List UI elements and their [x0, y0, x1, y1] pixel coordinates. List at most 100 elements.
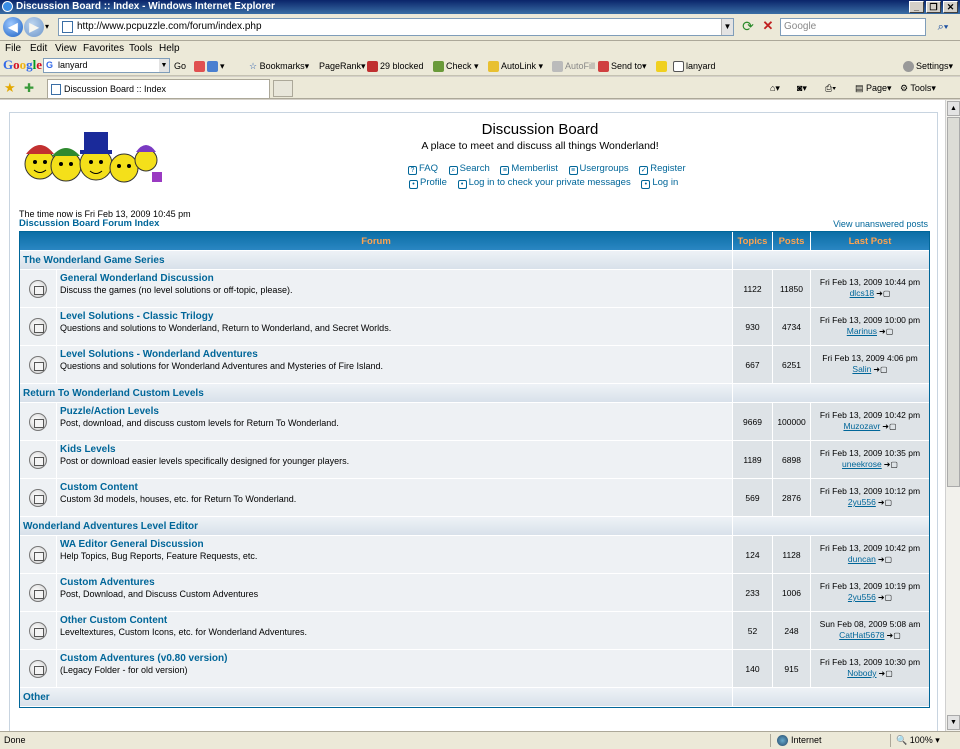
scroll-up-icon[interactable]: ▲	[947, 101, 960, 116]
forum-page: Discussion Board A place to meet and dis…	[9, 112, 938, 731]
spellcheck-button[interactable]: Check ▾	[433, 57, 479, 75]
view-latest-post-icon[interactable]: ➜▢	[882, 421, 896, 432]
autofill-button[interactable]: AutoFill	[552, 57, 595, 75]
forum-name[interactable]: Other Custom Content	[60, 615, 732, 626]
folder-icon	[29, 546, 47, 564]
toolbar-tools-icons[interactable]: ▾	[194, 57, 225, 75]
forum-name[interactable]: Puzzle/Action Levels	[60, 406, 732, 417]
forum-name[interactable]: WA Editor General Discussion	[60, 539, 732, 550]
menu-favorites[interactable]: Favorites	[83, 41, 124, 56]
scroll-thumb[interactable]	[947, 117, 960, 487]
stop-icon[interactable]: ✕	[760, 18, 776, 34]
maximize-button[interactable]: ❐	[926, 1, 941, 13]
url-dropdown-icon[interactable]: ▼	[721, 19, 733, 35]
tools-menu-button[interactable]: ⚙ Tools▾	[900, 77, 936, 99]
unanswered-posts-link[interactable]: View unanswered posts	[833, 219, 928, 229]
view-latest-post-icon[interactable]: ➜▢	[879, 668, 893, 679]
close-button[interactable]: ✕	[943, 1, 958, 13]
menu-tools[interactable]: Tools	[129, 41, 152, 56]
view-latest-post-icon[interactable]: ➜▢	[878, 554, 892, 565]
back-button[interactable]: ◀	[3, 17, 23, 37]
forum-name[interactable]: Level Solutions - Wonderland Adventures	[60, 349, 732, 360]
forum-name[interactable]: General Wonderland Discussion	[60, 273, 732, 284]
view-latest-post-icon[interactable]: ➜▢	[873, 364, 887, 375]
highlight-icon[interactable]	[656, 57, 669, 75]
scroll-down-icon[interactable]: ▼	[947, 715, 960, 730]
category-title[interactable]: Other	[20, 688, 733, 706]
forum-description: Post, Download, and Discuss Custom Adven…	[60, 589, 259, 599]
register-link[interactable]: ✓ Register	[639, 163, 686, 175]
google-go-button[interactable]: Go	[174, 57, 186, 75]
last-post-user[interactable]: Muzozavr	[843, 421, 880, 431]
forum-description: Questions and solutions to Wonderland, R…	[60, 323, 392, 333]
refresh-icon[interactable]: ⟳	[740, 18, 756, 34]
login-link[interactable]: • Log in	[641, 177, 678, 189]
forum-index-link[interactable]: Discussion Board Forum Index	[19, 218, 159, 229]
print-icon[interactable]: ⎙▾	[825, 77, 836, 99]
sendto-button[interactable]: Send to▾	[598, 57, 647, 75]
tab-discussion-board[interactable]: Discussion Board :: Index	[47, 79, 270, 98]
last-post-user[interactable]: duncan	[848, 554, 876, 564]
forum-name[interactable]: Custom Adventures (v0.80 version)	[60, 653, 732, 664]
minimize-button[interactable]: _	[909, 1, 924, 13]
private-messages-link[interactable]: • Log in to check your private messages	[457, 177, 631, 189]
forward-button[interactable]: ▶	[24, 17, 44, 37]
category-title[interactable]: The Wonderland Game Series	[20, 251, 733, 269]
last-post-user[interactable]: Marinus	[847, 326, 877, 336]
url-input[interactable]: http://www.pcpuzzle.com/forum/index.php …	[58, 18, 734, 36]
forum-name[interactable]: Custom Content	[60, 482, 732, 493]
last-post-user[interactable]: uneekrose	[842, 459, 882, 469]
view-latest-post-icon[interactable]: ➜▢	[884, 459, 898, 470]
view-latest-post-icon[interactable]: ➜▢	[878, 592, 892, 603]
last-post-user[interactable]: CatHat5678	[839, 630, 884, 640]
last-post-user[interactable]: 2yu556	[848, 497, 876, 507]
last-post-user[interactable]: 2yu556	[848, 592, 876, 602]
view-latest-post-icon[interactable]: ➜▢	[879, 326, 893, 337]
history-dropdown-icon[interactable]: ▾	[45, 22, 49, 31]
page-menu-button[interactable]: ▤ Page▾	[855, 77, 892, 99]
view-latest-post-icon[interactable]: ➜▢	[876, 288, 890, 299]
view-latest-post-icon[interactable]: ➜▢	[878, 497, 892, 508]
nav-links-top: ? FAQ ⌕ Search ≡ Memberlist ≡ Usergroups ✓ Re…	[408, 163, 694, 175]
settings-button[interactable]: Settings▾	[903, 57, 953, 75]
search-icon[interactable]: ⌕▾	[930, 18, 956, 36]
new-tab-button[interactable]	[273, 80, 293, 97]
last-post-user[interactable]: Nobody	[847, 668, 876, 678]
feeds-icon[interactable]: ◙▾	[797, 77, 807, 99]
forum-name[interactable]: Kids Levels	[60, 444, 732, 455]
vertical-scrollbar[interactable]: ▲ ▼	[945, 100, 960, 731]
address-bar: ◀ ▶ ▾ http://www.pcpuzzle.com/forum/inde…	[0, 14, 960, 41]
google-search-field[interactable]: G lanyard ▼	[43, 58, 170, 73]
table-header: Forum Topics Posts Last Post	[20, 232, 929, 251]
zoom-level[interactable]: 🔍 100% ▾	[896, 732, 940, 748]
memberlist-link[interactable]: ≡ Memberlist	[500, 163, 558, 175]
search-input[interactable]: Google	[780, 18, 926, 36]
menu-help[interactable]: Help	[159, 41, 180, 56]
menu-edit[interactable]: Edit	[30, 41, 47, 56]
menu-view[interactable]: View	[55, 41, 77, 56]
category-title[interactable]: Wonderland Adventures Level Editor	[20, 517, 733, 535]
autolink-button[interactable]: AutoLink ▾	[488, 57, 543, 75]
bookmarks-button[interactable]: ☆ Bookmarks▾	[249, 57, 309, 75]
forum-name[interactable]: Custom Adventures	[60, 577, 732, 588]
search-term-button[interactable]: lanyard	[673, 57, 716, 75]
view-latest-post-icon[interactable]: ➜▢	[887, 630, 901, 641]
popup-blocker-button[interactable]: 29 blocked	[367, 57, 424, 75]
category-title[interactable]: Return To Wonderland Custom Levels	[20, 384, 733, 402]
forum-name[interactable]: Level Solutions - Classic Trilogy	[60, 311, 732, 322]
forum-description: Discuss the games (no level solutions or…	[60, 285, 293, 295]
add-favorites-icon[interactable]: ✚	[24, 80, 34, 96]
usergroups-link[interactable]: ≡ Usergroups	[568, 163, 629, 175]
last-post-user[interactable]: Salin	[852, 364, 871, 374]
forum-row: Level Solutions - Wonderland Adventures Q…	[20, 346, 929, 384]
last-post-date: Fri Feb 13, 2009 10:42 pm	[819, 543, 921, 553]
home-icon[interactable]: ⌂▾	[770, 77, 780, 99]
google-dropdown-icon[interactable]: ▼	[159, 59, 169, 72]
favorites-star-icon[interactable]: ★	[4, 80, 16, 96]
menu-file[interactable]: File	[5, 41, 21, 56]
last-post-user[interactable]: dlcs18	[850, 288, 875, 298]
folder-icon	[29, 584, 47, 602]
faq-link[interactable]: ? FAQ	[408, 163, 438, 175]
profile-link[interactable]: • Profile	[409, 177, 447, 189]
search-link[interactable]: ⌕ Search	[448, 163, 490, 175]
